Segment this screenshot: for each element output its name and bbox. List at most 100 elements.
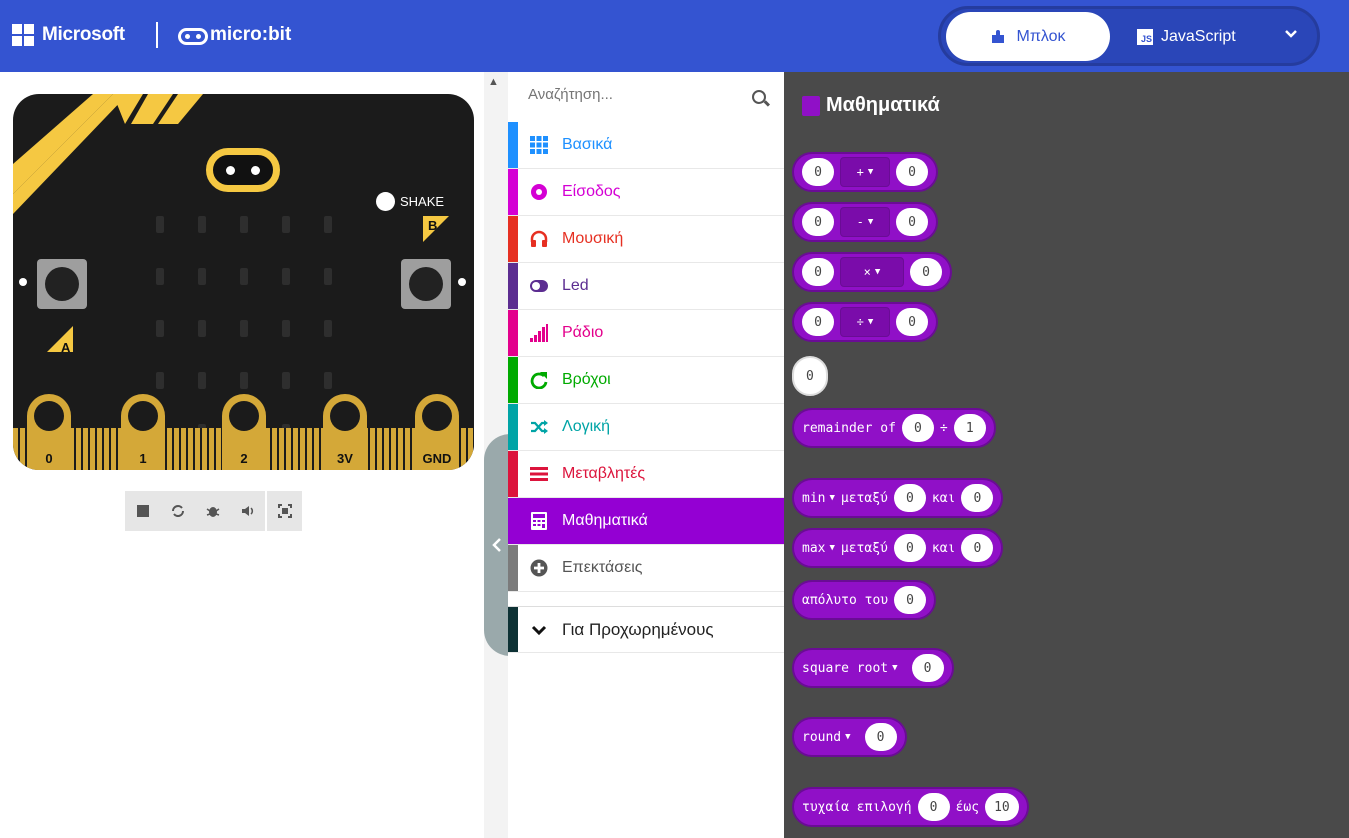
tab-javascript[interactable]: JS JavaScript (1137, 12, 1267, 61)
number-field[interactable]: 0 (911, 654, 944, 682)
number-field[interactable]: 0 (802, 258, 834, 286)
microsoft-brand[interactable]: Microsoft (42, 24, 125, 46)
stop-icon[interactable] (125, 491, 160, 531)
debug-icon[interactable] (195, 491, 230, 531)
category-label: Μαθηματικά (562, 512, 648, 529)
block-label: τυχαία επιλογή (802, 799, 912, 815)
category-label: Μεταβλητές (562, 465, 646, 482)
collapse-simulator-button[interactable] (484, 434, 510, 656)
pin-3v: 3V (323, 394, 367, 470)
loop-icon (530, 372, 548, 389)
number-field[interactable]: 0 (901, 414, 934, 442)
block-multiply[interactable]: 0 × ▼ 0 (792, 252, 952, 292)
chevron-down-icon[interactable] (1283, 25, 1303, 45)
blocks-flyout: Μαθηματικά 0 + ▼ 0 0 - ▼ 0 0 × ▼ 0 0 ÷ ▼ 0 0… (784, 72, 1349, 838)
number-field[interactable]: 0 (893, 534, 926, 562)
category-variables[interactable]: Μεταβλητές (508, 451, 784, 498)
chevron-down-icon (531, 625, 547, 635)
category-music[interactable]: Μουσική (508, 216, 784, 263)
number-field[interactable]: 10 (985, 793, 1019, 821)
sound-icon[interactable] (230, 491, 265, 531)
shake-button[interactable] (376, 192, 395, 211)
block-round[interactable]: round ▼ 0 (792, 717, 907, 757)
microbit-logo-icon[interactable] (178, 28, 208, 45)
caret-down-icon: ▼ (867, 317, 874, 327)
caret-down-icon: ▼ (829, 493, 835, 503)
category-loops[interactable]: Βρόχοι (508, 357, 784, 404)
block-label: και (931, 540, 956, 556)
simulator-toolbar (125, 491, 302, 531)
button-a[interactable] (37, 259, 87, 309)
tab-blocks[interactable]: Μπλοκ (946, 12, 1110, 61)
toolbox: Βασικά Είσοδος Μουσική Led Ράδιο (508, 72, 784, 838)
operator-dropdown[interactable]: + ▼ (840, 157, 890, 187)
number-field[interactable]: 0 (896, 308, 928, 336)
grid-icon (530, 136, 548, 154)
microsoft-logo-icon[interactable] (12, 24, 34, 46)
caret-down-icon: ▼ (867, 217, 874, 227)
block-square-root[interactable]: square root ▼ 0 (792, 648, 954, 688)
button-b[interactable] (401, 259, 451, 309)
operator-dropdown[interactable]: ÷ ▼ (840, 307, 890, 337)
number-field[interactable]: 0 (896, 158, 928, 186)
number-field[interactable]: 0 (896, 208, 928, 236)
header-bar: Microsoft micro:bit Μπλοκ JS JavaScript (0, 0, 1349, 72)
block-random[interactable]: τυχαία επιλογή 0 έως 10 (792, 787, 1029, 827)
number-field[interactable]: 0 (893, 484, 926, 512)
category-logic[interactable]: Λογική (508, 404, 784, 451)
block-number[interactable]: 0 (792, 356, 828, 396)
function-dropdown[interactable]: min ▼ (802, 491, 835, 506)
category-input[interactable]: Είσοδος (508, 169, 784, 216)
operator-dropdown[interactable]: × ▼ (840, 257, 904, 287)
block-remainder[interactable]: remainder of 0 ÷ 1 (792, 408, 996, 448)
pin-2[interactable]: 2 (222, 394, 266, 470)
block-divide[interactable]: 0 ÷ ▼ 0 (792, 302, 938, 342)
search-input[interactable] (528, 86, 738, 103)
calculator-icon (802, 95, 820, 116)
number-field[interactable]: 0 (802, 308, 834, 336)
number-field[interactable]: 0 (961, 534, 994, 562)
simulator-panel: SHAKE B A 0 1 2 3V GND (0, 72, 484, 838)
number-field[interactable]: 0 (864, 723, 897, 751)
function-dropdown[interactable]: square root ▼ (802, 661, 898, 676)
number-value[interactable]: 0 (806, 369, 814, 384)
number-field[interactable]: 0 (910, 258, 942, 286)
category-basic[interactable]: Βασικά (508, 122, 784, 169)
block-subtract[interactable]: 0 - ▼ 0 (792, 202, 938, 242)
number-field[interactable]: 0 (802, 158, 834, 186)
brand-separator (156, 22, 158, 48)
restart-icon[interactable] (160, 491, 195, 531)
block-min[interactable]: min ▼ μεταξύ 0 και 0 (792, 478, 1004, 518)
pin-1[interactable]: 1 (121, 394, 165, 470)
microbit-brand[interactable]: micro:bit (210, 24, 291, 46)
operator-dropdown[interactable]: - ▼ (840, 207, 890, 237)
number-field[interactable]: 1 (953, 414, 986, 442)
category-math[interactable]: Μαθηματικά (508, 498, 784, 545)
category-led[interactable]: Led (508, 263, 784, 310)
pin-gnd: GND (415, 394, 459, 470)
js-icon: JS (1137, 28, 1153, 45)
block-max[interactable]: max ▼ μεταξύ 0 και 0 (792, 528, 1004, 568)
logo-touch-sensor[interactable] (206, 148, 280, 192)
block-absolute[interactable]: απόλυτο του 0 (792, 580, 937, 620)
number-field[interactable]: 0 (802, 208, 834, 236)
function-dropdown[interactable]: round ▼ (802, 730, 851, 745)
shuffle-icon (531, 420, 548, 434)
category-label: Για Προχωρημένους (562, 619, 714, 639)
category-extensions[interactable]: Επεκτάσεις (508, 545, 784, 592)
category-label: Λογική (562, 418, 611, 435)
block-label: έως (955, 799, 980, 815)
category-radio[interactable]: Ράδιο (508, 310, 784, 357)
block-add[interactable]: 0 + ▼ 0 (792, 152, 938, 192)
category-advanced[interactable]: Για Προχωρημένους (508, 606, 784, 653)
fullscreen-icon[interactable] (267, 491, 302, 531)
caret-down-icon: ▼ (867, 167, 874, 177)
scroll-up-icon[interactable]: ▲ (488, 76, 499, 88)
number-field[interactable]: 0 (961, 484, 994, 512)
number-field[interactable]: 0 (894, 586, 927, 614)
search-icon[interactable] (752, 90, 766, 104)
tab-blocks-label: Μπλοκ (1016, 27, 1066, 45)
pin-0[interactable]: 0 (27, 394, 71, 470)
function-dropdown[interactable]: max ▼ (802, 541, 835, 556)
number-field[interactable]: 0 (917, 793, 950, 821)
